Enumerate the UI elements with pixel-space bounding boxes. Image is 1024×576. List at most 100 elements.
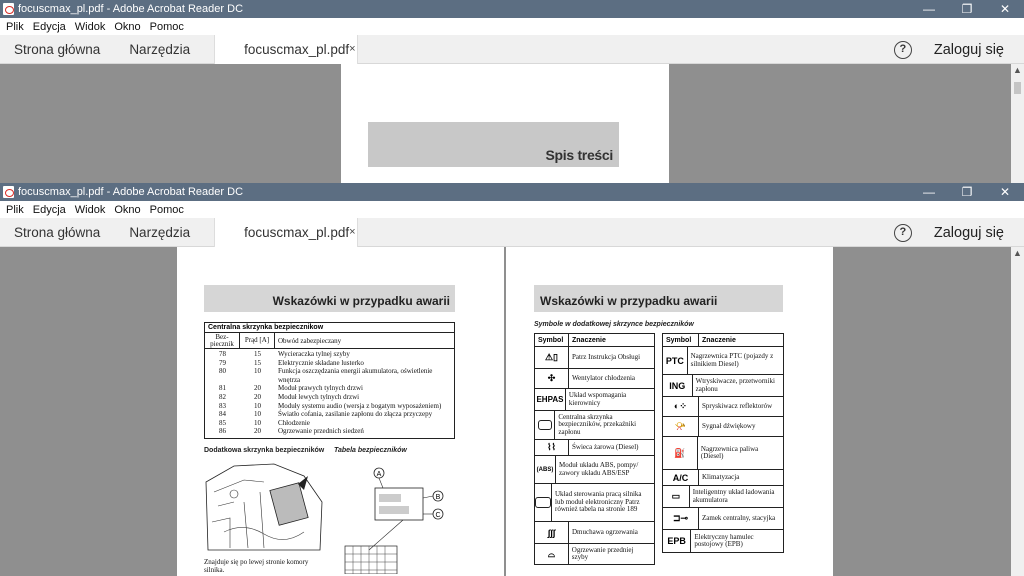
fusebox-icon: [535, 411, 556, 439]
vertical-scrollbar[interactable]: ▲: [1011, 247, 1024, 576]
symbol-row: ◐⁘ Spryskiwacz reflektorów: [663, 397, 783, 417]
engine-icon: [535, 484, 552, 521]
symbol-meaning: Dmuchawa ogrzewania: [572, 527, 638, 536]
pdf-page-left: Wskazówki w przypadku awarii Centralna s…: [177, 247, 504, 576]
vertical-scrollbar[interactable]: ▲: [1011, 64, 1024, 183]
table-row: 81 20 Moduł prawych tylnych drzwi: [205, 384, 454, 393]
menu-edit[interactable]: Edycja: [33, 21, 66, 33]
symbol-row: ⛽ Nagrzewnica paliwa (Diesel): [663, 437, 783, 470]
epb-symbol: EPB: [663, 530, 692, 552]
table-caption: Centralna skrzynka bezpiecznikow: [205, 323, 454, 333]
close-button[interactable]: ✕: [986, 183, 1024, 201]
close-button[interactable]: ✕: [986, 0, 1024, 18]
symbol-row: ⚠▯ Patrz Instrukcja Obsługi: [535, 347, 654, 369]
document-view[interactable]: Spis treści ▲: [0, 64, 1024, 183]
menu-file[interactable]: Plik: [6, 204, 24, 216]
fuse-circuit: Moduły systemu audio (wersja z bogatym w…: [278, 401, 442, 410]
windshield-heat-icon: ⌓: [535, 544, 569, 564]
restore-button[interactable]: ❐: [948, 0, 986, 18]
menu-edit[interactable]: Edycja: [33, 204, 66, 216]
symbol-meaning: Klimatyzacja: [702, 472, 740, 481]
glowplug-icon: ⌇⌇: [535, 440, 569, 455]
menu-help[interactable]: Pomoc: [150, 204, 184, 216]
horn-icon: 📯: [663, 417, 699, 436]
page-heading: Wskazówki w przypadku awarii: [534, 285, 783, 312]
login-button[interactable]: Zaloguj się: [934, 42, 1004, 58]
symbol-row: EHPAS Układ wspomagania kierownicy: [535, 389, 654, 411]
table-row: 78 15 Wycieraczka tylnej szyby: [205, 350, 454, 359]
fuse-layout-diagram: A B C: [344, 467, 444, 574]
tab-tools[interactable]: Narzędzia: [115, 225, 205, 240]
symbols-table-right: Symbol Znaczenie PTC Nagrzewnica PTC (poj…: [662, 333, 784, 553]
fuse-circuit: Wycieraczka tylnej szyby: [278, 350, 350, 358]
symbol-meaning: Elektryczny hamulec postojowy (EPB): [694, 532, 754, 548]
symbol-row: ⊐⊸ Zamek centralny, stacyjka: [663, 508, 783, 530]
fuse-amp: 10: [254, 367, 261, 376]
document-view[interactable]: Wskazówki w przypadku awarii Centralna s…: [0, 247, 1024, 576]
engine-bay-diagram: [205, 463, 323, 551]
tab-home[interactable]: Strona główna: [0, 225, 115, 240]
help-icon[interactable]: ?: [893, 223, 912, 242]
symbol-meaning: Ogrzewanie przedniej szyby: [571, 545, 634, 561]
symbol-row: (ABS) Moduł układu ABS, pompy/ zawory ukł…: [535, 456, 654, 484]
help-icon[interactable]: ?: [893, 40, 912, 59]
fuse-circuit: Światło cofania, zasilanie zapłonu do zł…: [278, 410, 433, 419]
tab-close-icon[interactable]: ×: [349, 43, 355, 55]
cover-band: Spis treści: [368, 122, 619, 167]
tab-tools[interactable]: Narzędzia: [115, 42, 205, 57]
symbol-meaning: Nagrzewnica paliwa (Diesel): [700, 444, 759, 460]
symbol-row: ∫∫∫ Dmuchawa ogrzewania: [535, 522, 654, 544]
symbol-meaning: Nagrzewnica PTC (pojazdy z silnikiem Die…: [690, 352, 774, 368]
symbol-meaning: Spryskiwacz reflektorów: [702, 401, 773, 410]
fuse-no: 82: [219, 392, 226, 401]
cover-title: Spis treści: [545, 147, 613, 163]
menu-help[interactable]: Pomoc: [150, 21, 184, 33]
scroll-up-icon[interactable]: ▲: [1011, 247, 1024, 259]
ing-symbol: ING: [663, 375, 693, 396]
col-circuit: Obwód zabezpieczany: [278, 336, 342, 345]
title-bar[interactable]: focuscmax_pl.pdf - Adobe Acrobat Reader …: [0, 183, 1024, 201]
table-row: 79 15 Elektrycznie składane lusterko: [205, 359, 454, 368]
warning-manual-icon: ⚠▯: [535, 347, 569, 368]
menu-window[interactable]: Okno: [114, 21, 140, 33]
fuse-circuit: Funkcja oszczędzania energii akumulatora…: [278, 367, 433, 384]
ac-symbol: A/C: [663, 470, 699, 485]
scroll-thumb[interactable]: [1014, 82, 1021, 94]
tab-document[interactable]: focuscmax_pl.pdf ×: [214, 34, 359, 64]
fuse-no: 85: [219, 418, 226, 427]
col-symbol: Symbol: [663, 333, 699, 347]
symbol-meaning: Wentylator chłodzenia: [572, 373, 635, 382]
ptc-symbol: PTC: [663, 347, 688, 374]
menu-view[interactable]: Widok: [75, 204, 106, 216]
symbol-meaning: Wtryskiwacze, przetworniki zapłonu: [695, 377, 775, 393]
callout-c: C: [435, 512, 440, 519]
fuse-no: 81: [219, 384, 226, 393]
menu-window[interactable]: Okno: [114, 204, 140, 216]
fuse-amp: 10: [254, 418, 261, 427]
battery-icon: ▭: [663, 486, 690, 507]
table-row: 80 10 Funkcja oszczędzania energii akumula…: [205, 367, 454, 384]
tab-document[interactable]: focuscmax_pl.pdf ×: [214, 217, 359, 247]
title-bar[interactable]: focuscmax_pl.pdf - Adobe Acrobat Reader …: [0, 0, 1024, 18]
tab-home[interactable]: Strona główna: [0, 42, 115, 57]
menu-file[interactable]: Plik: [6, 21, 24, 33]
fuse-circuit: Elektrycznie składane lusterko: [278, 358, 364, 367]
table-header: Bez-piecznik Prąd [A] Obwód zabezpieczan…: [205, 332, 454, 349]
symbol-row: Centralna skrzynka bezpieczników, przeka…: [535, 411, 654, 440]
fuse-no: 78: [219, 350, 226, 358]
aux-fusebox-label: Dodatkowa skrzynka bezpieczników: [204, 447, 325, 454]
symbol-row: PTC Nagrzewnica PTC (pojazdy z silnikiem …: [663, 347, 783, 375]
symbol-row: ✣ Wentylator chłodzenia: [535, 369, 654, 389]
minimize-button[interactable]: —: [910, 0, 948, 18]
login-button[interactable]: Zaloguj się: [934, 225, 1004, 241]
tab-close-icon[interactable]: ×: [349, 226, 355, 238]
symbol-meaning: Moduł układu ABS, pompy/ zawory układu A…: [559, 461, 639, 477]
col-current: Prąd [A]: [240, 332, 275, 349]
fuse-amp: 15: [254, 358, 261, 367]
minimize-button[interactable]: —: [910, 183, 948, 201]
symbol-meaning: Świeca żarowa (Diesel): [572, 442, 639, 451]
menu-view[interactable]: Widok: [75, 21, 106, 33]
scroll-up-icon[interactable]: ▲: [1011, 64, 1024, 76]
restore-button[interactable]: ❐: [948, 183, 986, 201]
fuse-no: 80: [219, 367, 226, 376]
